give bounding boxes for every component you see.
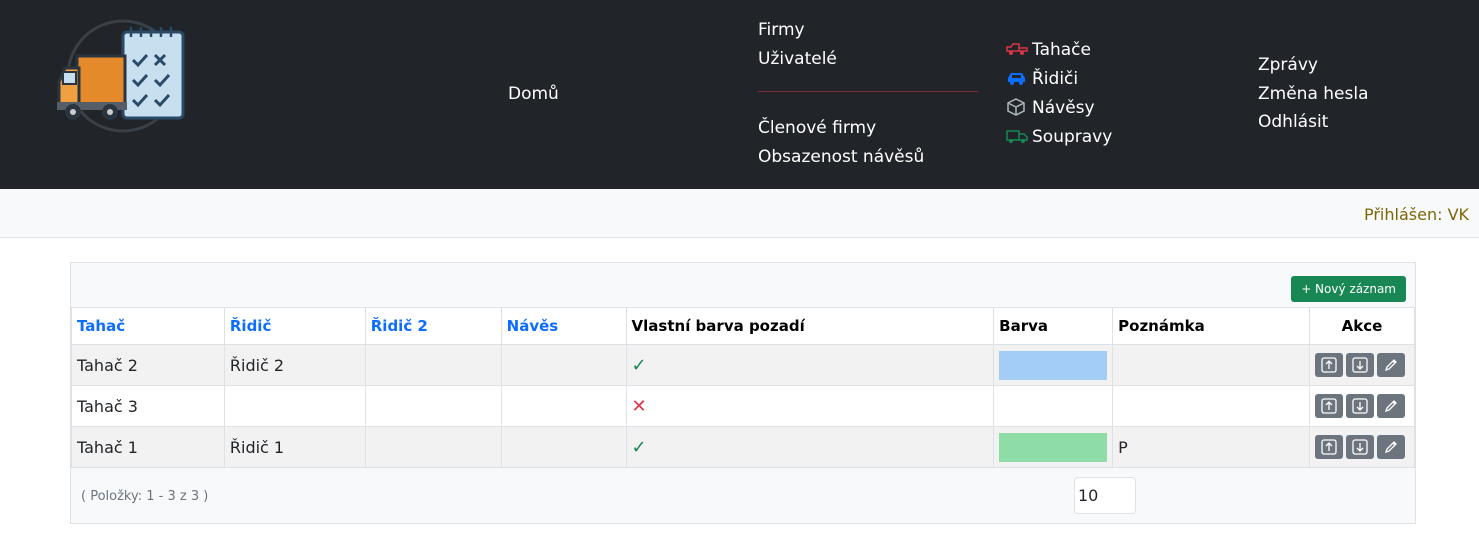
column-header-tractor[interactable]: Tahač: [71, 307, 225, 345]
nav-tractors-label: Tahače: [1032, 40, 1091, 60]
column-header-actions: Akce: [1309, 307, 1415, 345]
move-up-button[interactable]: [1315, 394, 1344, 418]
cell-driver2: [364, 426, 502, 468]
cell-trailer: [500, 344, 627, 386]
check-icon: ✓: [631, 436, 647, 458]
records-table: Tahač Řidič Řidič 2 Návěs Vlastní barva …: [71, 307, 1415, 468]
edit-button[interactable]: [1377, 353, 1406, 377]
logged-in-user: Přihlášen: VK: [1363, 205, 1469, 224]
cell-driver: Řidič 2: [223, 344, 366, 386]
column-header-color: Barva: [993, 307, 1114, 345]
edit-button[interactable]: [1377, 394, 1406, 418]
new-record-button[interactable]: + Nový záznam: [1291, 276, 1406, 302]
cell-actions: [1309, 426, 1415, 468]
cell-own-color: ✓: [625, 344, 995, 386]
cell-color: [993, 344, 1114, 386]
table-row[interactable]: Tahač 1 Řidič 1 ✓ P: [71, 426, 1415, 468]
nav-drivers-label: Řidiči: [1032, 69, 1079, 89]
move-up-button[interactable]: [1315, 435, 1344, 459]
nav-member-firms[interactable]: Členové firmy: [758, 118, 876, 138]
cell-trailer: [500, 426, 627, 468]
check-icon: ✓: [631, 354, 647, 376]
column-header-driver2[interactable]: Řidič 2: [364, 307, 502, 345]
nav-trailer-occupancy[interactable]: Obsazenost návěsů: [758, 147, 924, 167]
truck-icon: [1006, 43, 1028, 55]
cell-tractor: Tahač 1: [71, 426, 225, 468]
cell-driver2: [364, 385, 502, 427]
column-header-own-color: Vlastní barva pozadí: [625, 307, 995, 345]
cell-color: [993, 385, 1114, 427]
box-icon: [1007, 98, 1025, 116]
nav-sets-label: Soupravy: [1032, 127, 1113, 147]
nav-users[interactable]: Uživatelé: [758, 49, 837, 69]
grid-card: + Nový záznam Tahač Řidič Řidič 2 Návěs …: [70, 262, 1416, 524]
edit-button[interactable]: [1377, 435, 1406, 459]
nav-drivers[interactable]: Řidiči: [1006, 69, 1078, 89]
page-size-select[interactable]: 10: [1074, 477, 1136, 514]
color-swatch: [999, 350, 1108, 380]
cell-note: [1112, 344, 1311, 386]
table-row[interactable]: Tahač 3 ✕: [71, 385, 1415, 427]
table-row[interactable]: Tahač 2 Řidič 2 ✓: [71, 344, 1415, 386]
grid-footer: ( Položky: 1 - 3 z 3 ) 10: [71, 467, 1415, 523]
cell-note: P: [1112, 426, 1311, 468]
nav-firms[interactable]: Firmy: [758, 20, 805, 40]
cell-tractor: Tahač 2: [71, 344, 225, 386]
table-header-row: Tahač Řidič Řidič 2 Návěs Vlastní barva …: [71, 307, 1415, 345]
car-icon: [1008, 73, 1025, 85]
column-header-driver[interactable]: Řidič: [223, 307, 366, 345]
cross-icon: ✕: [631, 395, 647, 417]
nav-trailers-label: Návěsy: [1032, 98, 1095, 118]
nav-logout[interactable]: Odhlásit: [1258, 112, 1328, 132]
nav-home[interactable]: Domů: [508, 84, 559, 104]
cell-actions: [1309, 344, 1415, 386]
cell-own-color: ✕: [625, 385, 995, 427]
cell-own-color: ✓: [625, 426, 995, 468]
column-header-note: Poznámka: [1112, 307, 1311, 345]
move-down-button[interactable]: [1346, 394, 1375, 418]
move-up-button[interactable]: [1315, 353, 1344, 377]
cell-trailer: [500, 385, 627, 427]
nav-change-password[interactable]: Změna hesla: [1258, 84, 1369, 104]
truck-checklist-logo[interactable]: [55, 18, 190, 133]
nav-divider: [758, 91, 978, 92]
top-navbar: Domů Firmy Uživatelé Členové firmy Obsaz…: [0, 0, 1479, 189]
nav-messages[interactable]: Zprávy: [1258, 55, 1318, 75]
cell-color: [993, 426, 1114, 468]
cell-note: [1112, 385, 1311, 427]
cell-driver: Řidič 1: [223, 426, 366, 468]
column-header-trailer[interactable]: Návěs: [500, 307, 627, 345]
cell-tractor: Tahač 3: [71, 385, 225, 427]
truck-outline-icon: [1006, 130, 1028, 143]
nav-tractors[interactable]: Tahače: [1006, 40, 1091, 60]
cell-actions: [1309, 385, 1415, 427]
pager-info: ( Položky: 1 - 3 z 3 ): [81, 489, 209, 504]
move-down-button[interactable]: [1346, 353, 1375, 377]
nav-trailers[interactable]: Návěsy: [1006, 98, 1095, 118]
color-swatch: [999, 432, 1108, 462]
move-down-button[interactable]: [1346, 435, 1375, 459]
cell-driver: [223, 385, 366, 427]
cell-driver2: [364, 344, 502, 386]
nav-sets[interactable]: Soupravy: [1006, 127, 1112, 147]
status-bar: Přihlášen: VK: [0, 189, 1479, 238]
